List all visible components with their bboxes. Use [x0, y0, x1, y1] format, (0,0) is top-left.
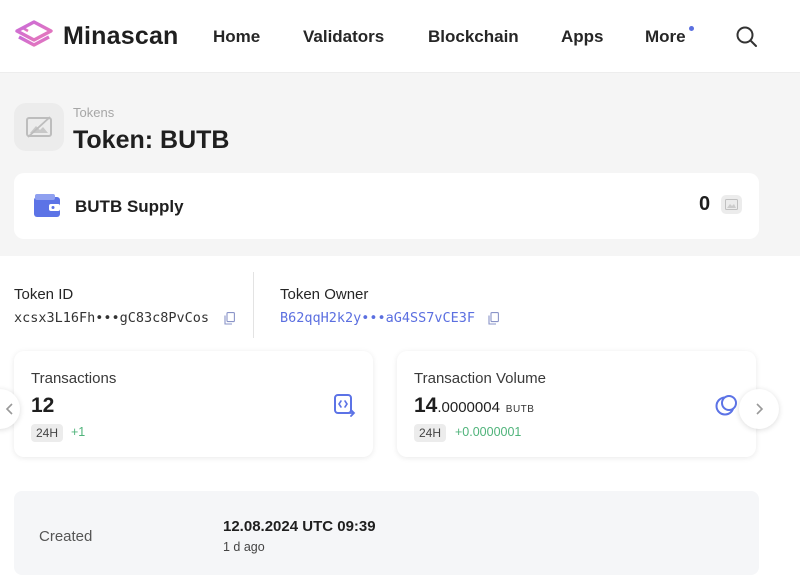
copy-icon[interactable]: [224, 312, 235, 325]
volume-label: Transaction Volume: [414, 370, 547, 387]
column-divider: [253, 272, 254, 338]
nav-validators[interactable]: Validators: [303, 27, 384, 47]
supply-token-image: [721, 195, 742, 214]
transactions-label: Transactions: [31, 370, 117, 387]
token-id-label: Token ID: [14, 286, 74, 303]
token-avatar: [14, 103, 64, 151]
brand-name: Minascan: [63, 21, 179, 50]
code-exchange-icon: [334, 394, 356, 417]
volume-value-integer: 14: [414, 394, 438, 417]
chevron-right-icon: [756, 403, 764, 415]
image-placeholder-icon: [725, 199, 738, 210]
chevron-left-icon: [5, 403, 13, 415]
volume-unit: BUTB: [505, 404, 535, 415]
created-card: Created 12.08.2024 UTC 09:39 1 d ago: [14, 491, 759, 575]
created-relative-time: 1 d ago: [223, 540, 265, 554]
brand-logo[interactable]: Minascan: [14, 20, 179, 52]
transactions-card: Transactions 12 24H +1: [14, 351, 373, 457]
nav-more[interactable]: More: [645, 27, 686, 47]
token-id-value: xcsx3L16Fh•••gC83c8PvCos: [14, 310, 210, 326]
volume-card: Transaction Volume 14.0000004 BUTB 24H +…: [397, 351, 756, 457]
supply-label: BUTB Supply: [75, 197, 184, 216]
minascan-logo-icon: [15, 20, 53, 47]
token-owner-label: Token Owner: [280, 286, 369, 303]
created-label: Created: [39, 528, 93, 545]
volume-value-fraction: .0000004: [437, 399, 500, 416]
volume-value: 14.0000004 BUTB: [414, 394, 534, 418]
supply-card: BUTB Supply 0: [14, 173, 759, 239]
volume-delta: +0.0000001: [455, 425, 522, 439]
transactions-delta: +1: [71, 425, 86, 439]
created-date: 12.08.2024 UTC 09:39: [223, 518, 376, 535]
top-header: Minascan Home Validators Blockchain Apps…: [0, 0, 800, 73]
breadcrumb[interactable]: Tokens: [73, 105, 114, 120]
carousel-next-button[interactable]: [739, 389, 779, 429]
coins-icon: [715, 395, 737, 416]
period-badge: 24H: [414, 424, 447, 442]
token-owner-link[interactable]: B62qqH2k2y•••aG4SS7vCE3F: [280, 310, 475, 326]
wallet-icon: [34, 194, 60, 217]
supply-value: 0: [699, 193, 711, 215]
page-title: Token: BUTB: [73, 126, 230, 154]
image-placeholder-icon: [26, 116, 52, 138]
transactions-value: 12: [31, 394, 55, 417]
period-badge: 24H: [31, 424, 64, 442]
nav-home[interactable]: Home: [213, 27, 260, 47]
nav-blockchain[interactable]: Blockchain: [428, 27, 519, 47]
search-icon[interactable]: [735, 25, 759, 49]
copy-icon[interactable]: [488, 312, 499, 325]
notification-dot: [689, 26, 694, 31]
nav-apps[interactable]: Apps: [561, 27, 604, 47]
